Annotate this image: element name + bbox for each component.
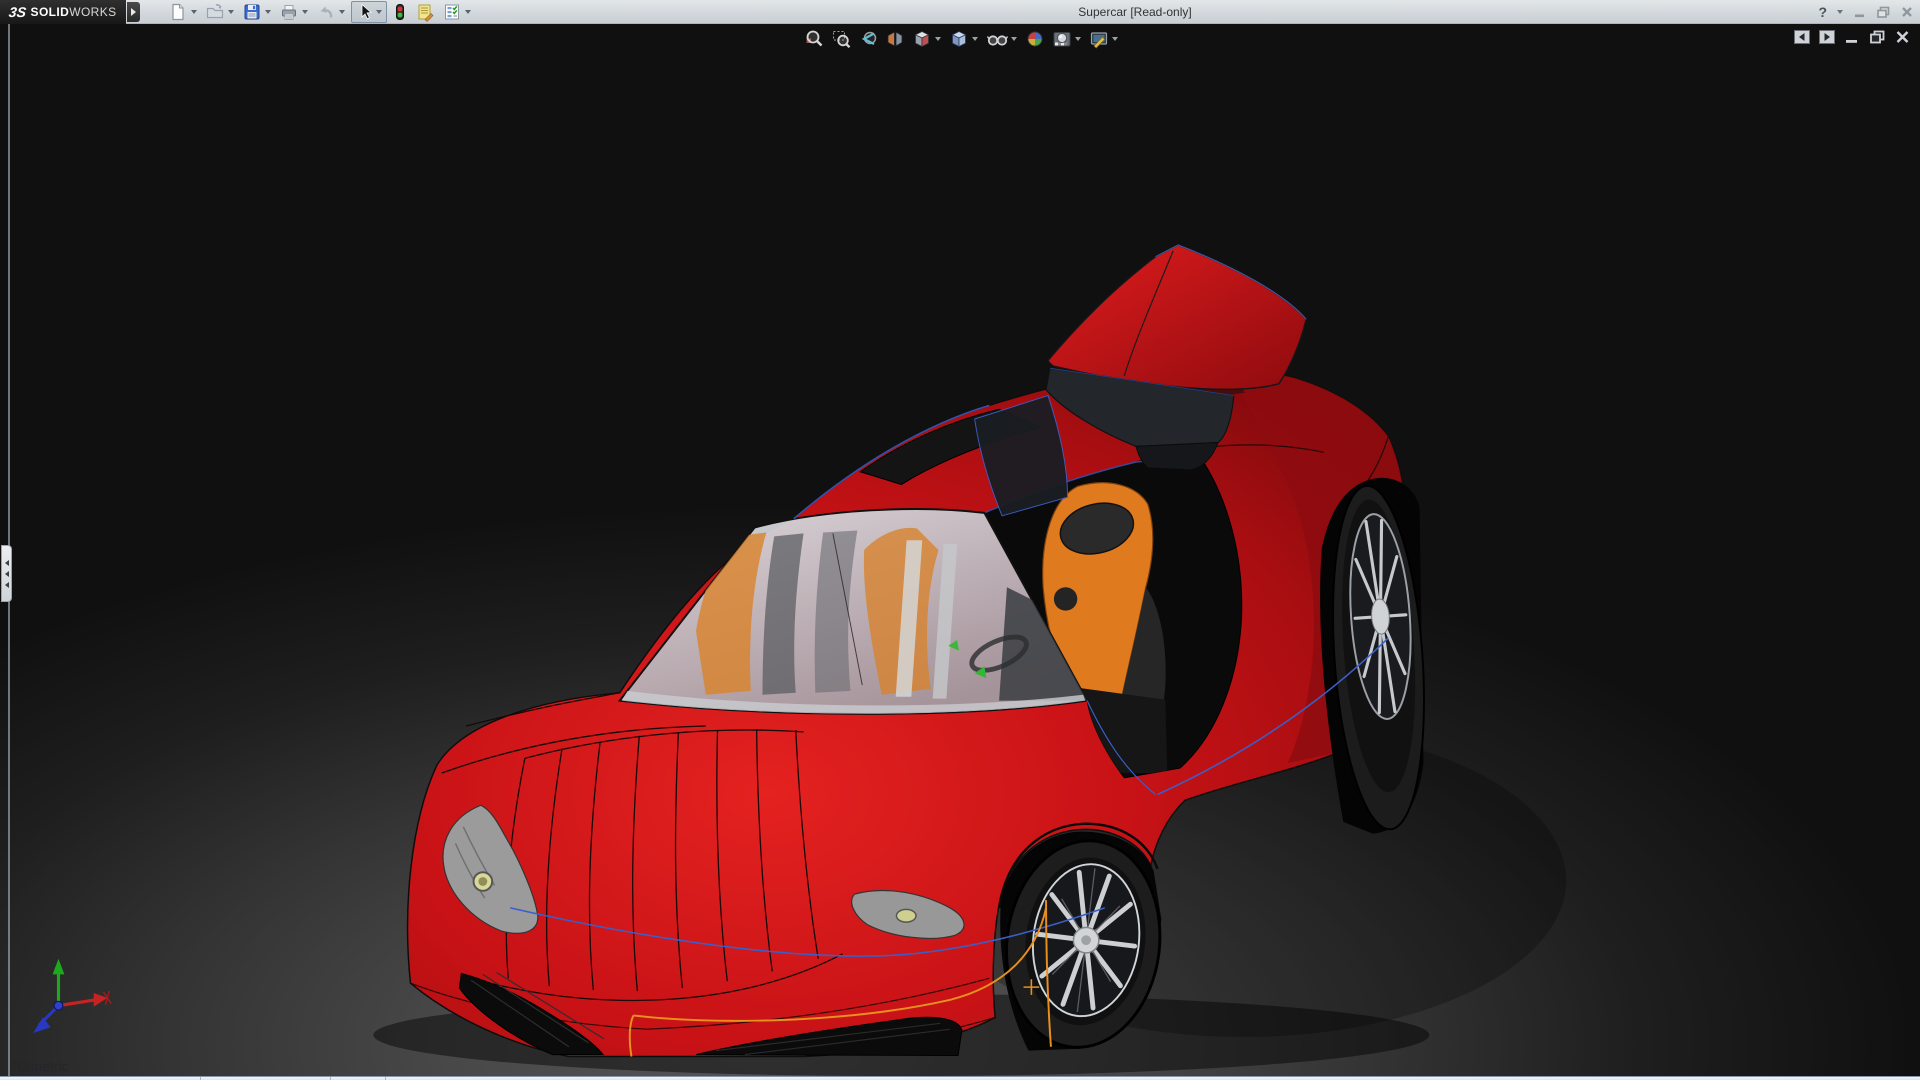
chevron-down-icon[interactable] (228, 9, 234, 14)
save-floppy-icon (244, 4, 260, 19)
chevron-down-icon[interactable] (265, 9, 271, 14)
chevron-down-icon[interactable] (1011, 37, 1017, 41)
save-button[interactable] (240, 1, 274, 23)
document-title: Supercar [Read-only] (1078, 5, 1192, 19)
undo-button[interactable] (314, 1, 348, 23)
help-dropdown-icon[interactable] (1837, 10, 1843, 14)
chevron-down-icon[interactable] (1075, 37, 1081, 41)
chevron-down-icon[interactable] (376, 9, 382, 14)
help-button[interactable]: ? (1818, 4, 1827, 20)
section-view-icon (887, 31, 903, 47)
hide-show-items-button[interactable] (985, 28, 1019, 50)
chevron-down-icon[interactable] (191, 9, 197, 14)
options-button[interactable] (440, 1, 474, 23)
status-bar (0, 1076, 1920, 1080)
minimize-button[interactable] (1853, 5, 1867, 19)
view-cube-icon (914, 31, 930, 48)
chevron-left-icon (4, 581, 9, 588)
close-button[interactable] (1900, 5, 1914, 19)
supercar-model[interactable] (0, 24, 1920, 1076)
zoom-to-fit-button[interactable] (803, 28, 825, 50)
feature-manager-splitter-tab[interactable] (1, 545, 12, 602)
logo-text-light: WORKS (69, 4, 117, 19)
open-button[interactable] (203, 1, 237, 23)
restore-document-button[interactable] (1869, 30, 1886, 44)
traffic-light-icon (396, 3, 404, 20)
color-ball-icon (1027, 31, 1043, 47)
orientation-triad (33, 958, 112, 1034)
collapse-pane-left-button[interactable] (1794, 30, 1810, 44)
monitor-pencil-icon (1090, 32, 1108, 49)
close-document-button[interactable] (1895, 30, 1910, 44)
chevron-down-icon[interactable] (302, 9, 308, 14)
edit-appearance-button[interactable] (1024, 28, 1046, 50)
file-properties-icon (418, 4, 434, 22)
heads-up-view-toolbar (803, 28, 1120, 50)
zoom-area-icon (833, 31, 851, 49)
view-orientation-label: *Dimetric (12, 1058, 69, 1074)
zoom-to-area-button[interactable] (830, 28, 852, 50)
solidworks-window: 3S SOLIDWORKS Supercar [Read-only] ? *Di… (0, 0, 1920, 1080)
eyeglasses-icon (986, 35, 1008, 46)
display-style-button[interactable] (948, 28, 980, 50)
minimize-document-button[interactable] (1844, 30, 1860, 44)
new-document-button[interactable] (166, 1, 200, 23)
new-document-icon (172, 3, 184, 20)
solidworks-logo: 3S SOLIDWORKS (0, 0, 126, 24)
undo-arrow-icon (320, 6, 333, 18)
zoom-fit-icon (806, 30, 823, 47)
chevron-down-icon[interactable] (972, 37, 978, 41)
restore-button[interactable] (1876, 5, 1891, 19)
chevron-left-icon (4, 570, 9, 577)
menu-flyout-button[interactable] (127, 1, 140, 22)
document-toolbar (166, 0, 474, 24)
select-tool-button[interactable] (351, 0, 387, 23)
open-folder-icon (206, 3, 224, 18)
chevron-left-icon (4, 559, 9, 566)
rear-wheel[interactable] (1320, 477, 1434, 834)
rebuild-button[interactable] (390, 1, 410, 23)
title-bar: 3S SOLIDWORKS Supercar [Read-only] ? (0, 0, 1920, 24)
file-properties-button[interactable] (413, 1, 437, 23)
print-button[interactable] (277, 1, 311, 23)
apply-scene-button[interactable] (1051, 28, 1083, 50)
options-checklist-icon (445, 4, 459, 19)
scene-sphere-icon (1053, 32, 1071, 47)
previous-view-button[interactable] (857, 28, 879, 50)
section-view-button[interactable] (884, 28, 906, 50)
chevron-right-icon (131, 7, 136, 16)
chevron-down-icon[interactable] (935, 37, 941, 41)
select-cursor-icon (361, 3, 372, 19)
document-window-controls (1794, 30, 1910, 44)
chevron-down-icon[interactable] (1112, 37, 1118, 41)
collapse-pane-right-button[interactable] (1819, 30, 1835, 44)
chevron-down-icon[interactable] (465, 9, 471, 14)
shaded-cube-icon (951, 31, 967, 48)
printer-icon (282, 4, 296, 20)
view-settings-button[interactable] (1088, 28, 1120, 50)
logo-text-bold: SOLID (30, 4, 70, 19)
3ds-logo-icon: 3S (8, 3, 28, 20)
graphics-viewport[interactable]: *Dimetric (0, 24, 1920, 1076)
view-orientation-button[interactable] (911, 28, 943, 50)
chevron-down-icon[interactable] (339, 9, 345, 14)
window-controls: ? (1818, 0, 1914, 24)
previous-view-icon (861, 31, 877, 45)
